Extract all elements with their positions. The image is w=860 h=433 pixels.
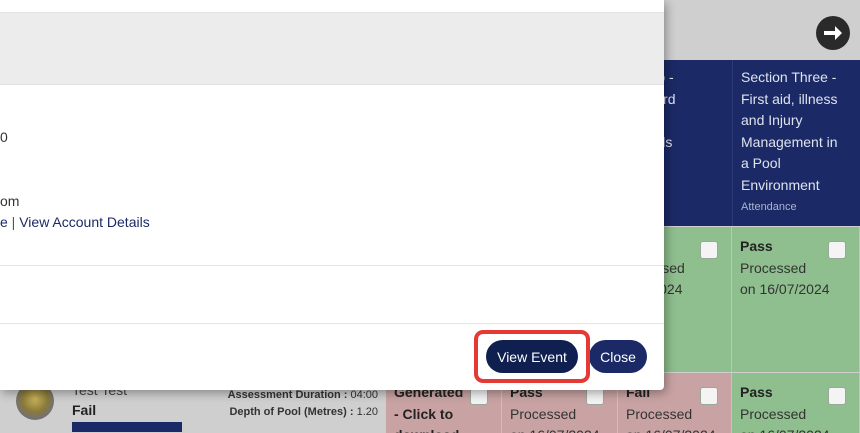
modal-divider xyxy=(0,265,664,266)
cell-line: Processed xyxy=(626,405,693,422)
column-header-line: First aid, illness xyxy=(741,90,838,107)
column-header-line: Management in xyxy=(741,133,838,150)
view-event-button[interactable]: View Event xyxy=(486,340,578,373)
cell-line: - Click to xyxy=(394,405,454,422)
column-header-line: and Injury xyxy=(741,112,803,128)
link-separator: | xyxy=(7,214,20,230)
modal-top xyxy=(0,0,664,12)
event-modal: 0 om e | View Account Details View Event… xyxy=(0,0,664,390)
arrow-right-icon xyxy=(824,26,842,40)
cell-line: download xyxy=(394,425,493,433)
view-account-details-link[interactable]: View Account Details xyxy=(19,214,149,230)
modal-links: e | View Account Details xyxy=(0,213,150,231)
column-header-section-three: Section Three - First aid, illness and I… xyxy=(732,60,860,226)
cell-line: on 16/07/2024 xyxy=(626,425,723,433)
cell-line: on 16/07/2024 xyxy=(740,281,830,297)
cell-line: Processed xyxy=(740,405,807,422)
cell-checkbox[interactable] xyxy=(700,387,718,405)
column-header-line: Section Three - xyxy=(741,69,837,85)
modal-body xyxy=(0,85,664,265)
cell-checkbox[interactable] xyxy=(828,241,846,259)
cell-line: on 16/07/2024 xyxy=(510,425,609,433)
learner-result: Fail xyxy=(72,402,97,418)
column-header-sub: Attendance xyxy=(741,201,797,213)
modal-text: om xyxy=(0,193,20,209)
cell-checkbox[interactable] xyxy=(828,387,846,405)
cell-line: Processed xyxy=(510,405,577,422)
meta-row: Depth of Pool (Metres) : 1.20 xyxy=(229,406,378,418)
close-button[interactable]: Close xyxy=(589,340,647,373)
modal-footer-divider xyxy=(0,323,664,324)
cell-line: Processed xyxy=(740,259,807,276)
cell-line: on 16/07/2024 xyxy=(740,425,851,433)
modal-header-band xyxy=(0,12,664,85)
learner-badge xyxy=(72,422,182,432)
result-cell: Pass Processed on 16/07/2024 xyxy=(732,227,860,372)
column-header-line: a Pool xyxy=(741,155,781,171)
profile-link[interactable]: e xyxy=(0,214,8,230)
column-header-line: Environment xyxy=(741,176,820,193)
result-cell: Pass Processed on 16/07/2024 xyxy=(732,373,860,433)
cell-checkbox[interactable] xyxy=(700,241,718,259)
next-arrow-button[interactable] xyxy=(816,16,850,50)
modal-text: 0 xyxy=(0,129,8,145)
